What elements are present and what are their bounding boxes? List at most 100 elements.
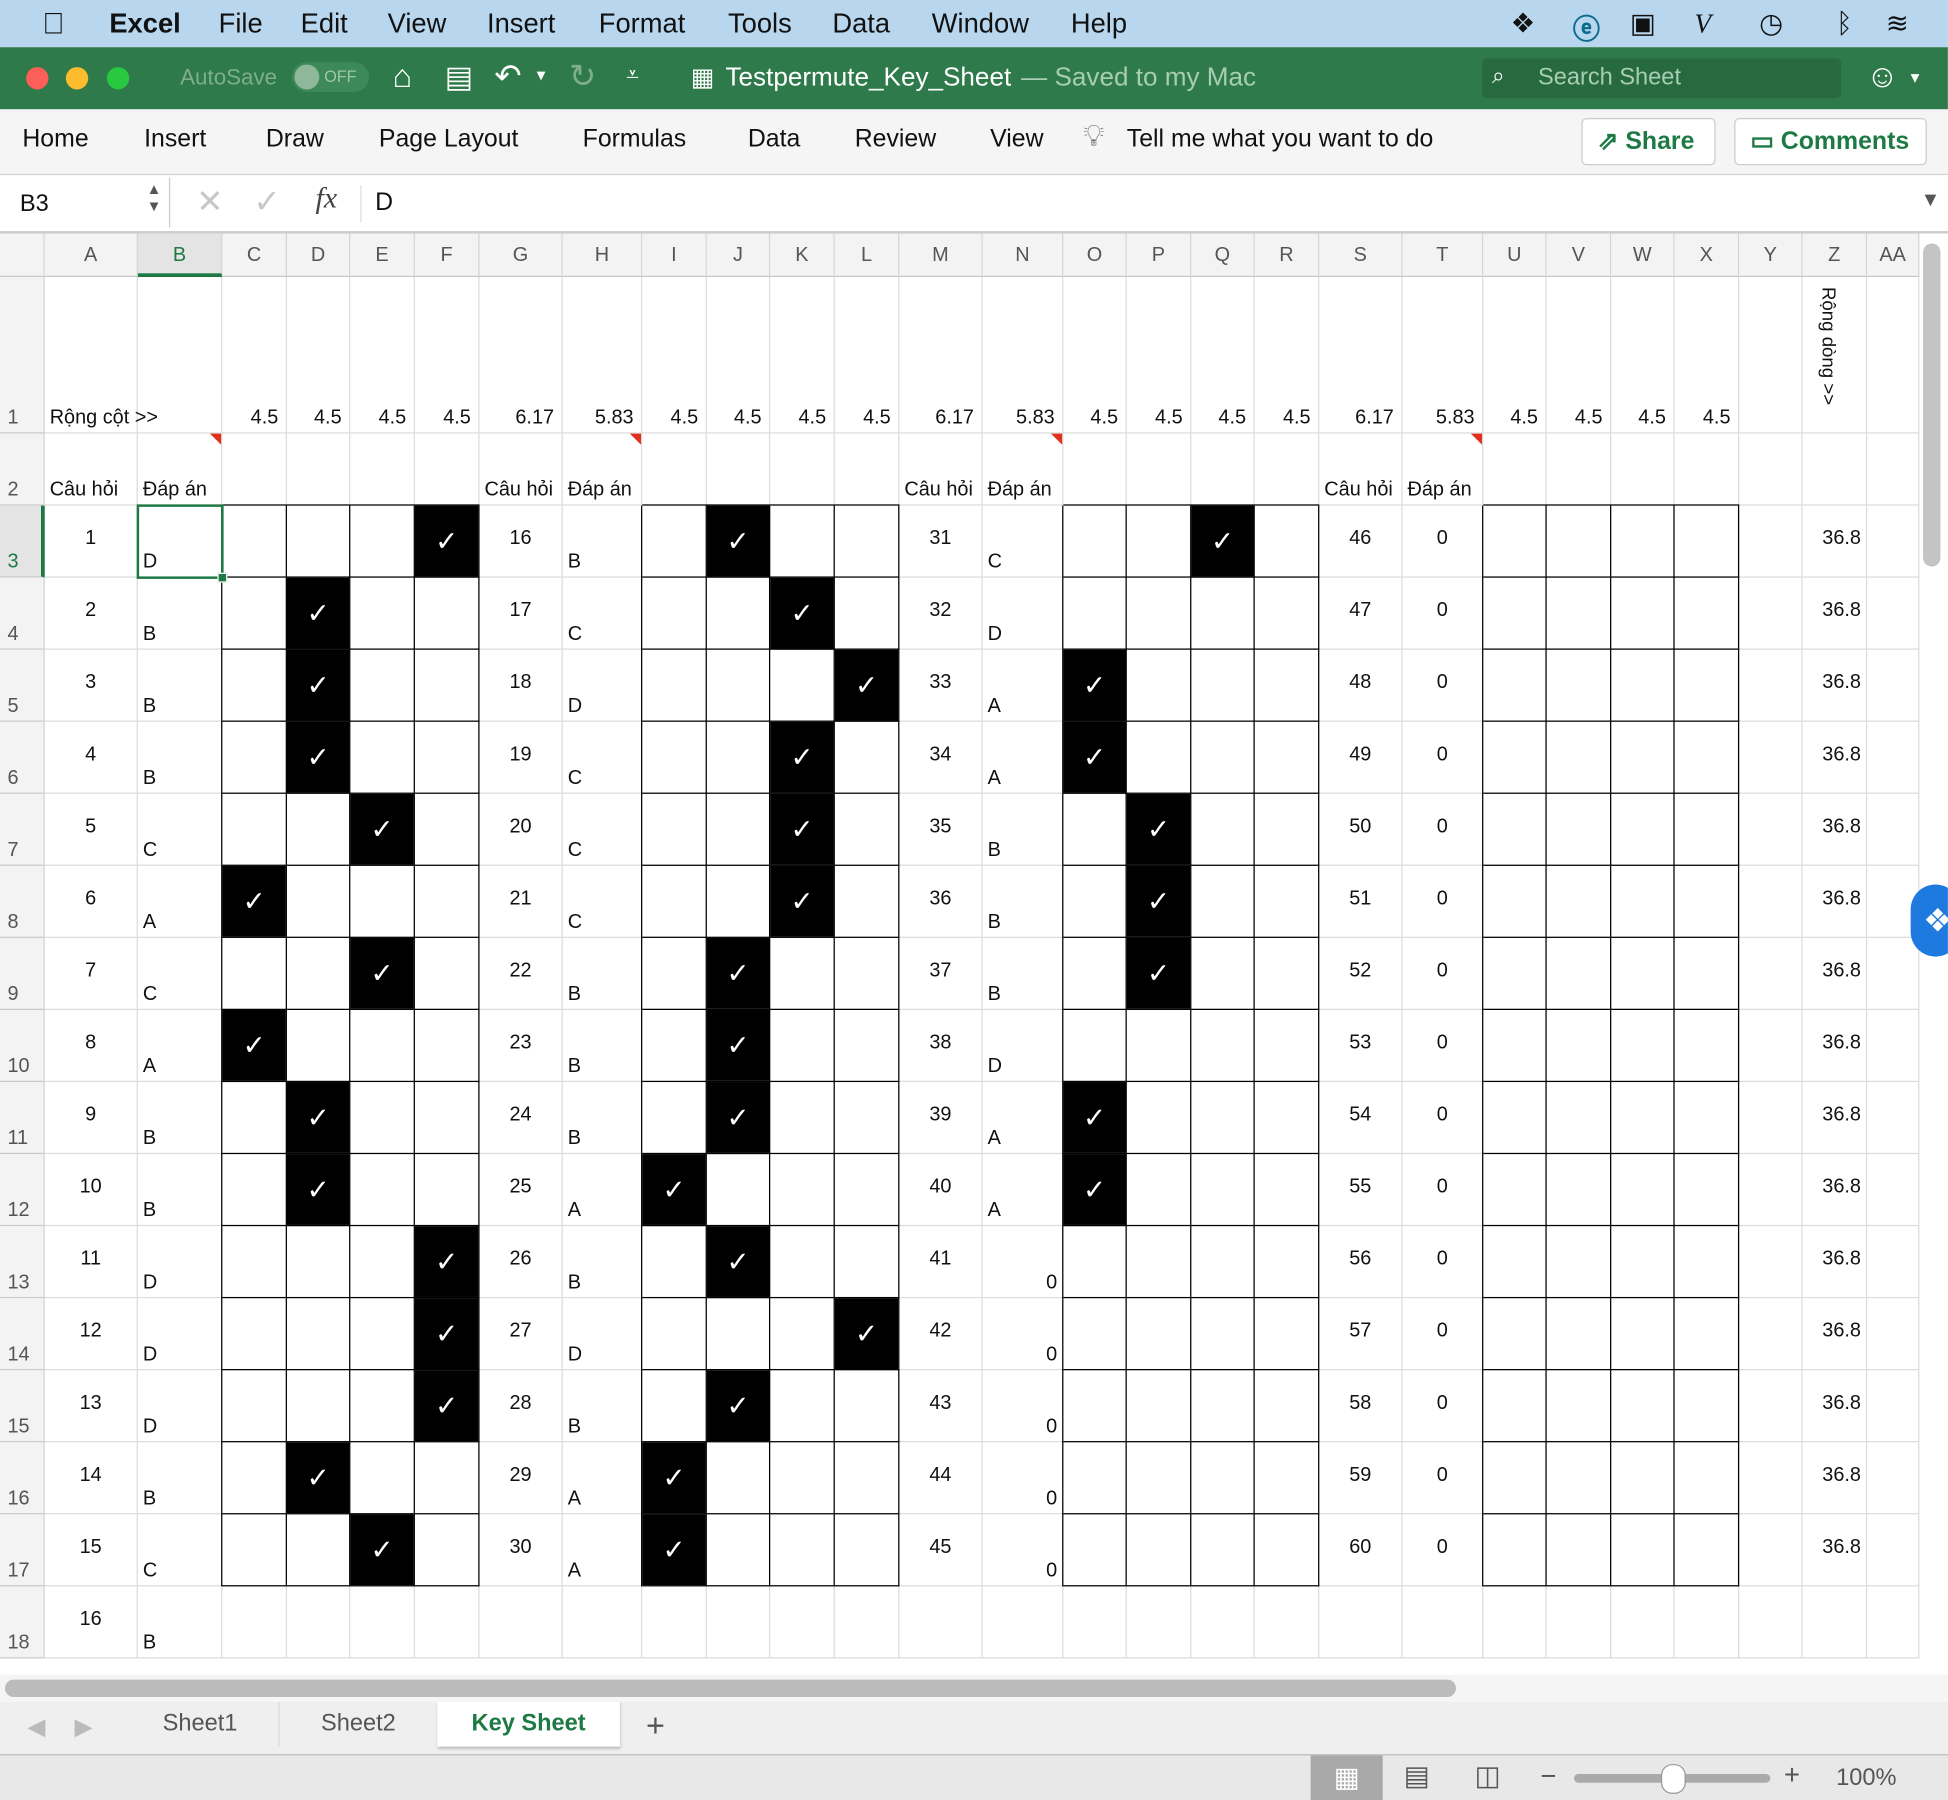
cell-E3[interactable]: [350, 505, 415, 578]
cell-R10[interactable]: [1254, 1009, 1320, 1083]
checked-cell[interactable]: ✓: [350, 793, 415, 866]
cell-P2[interactable]: [1126, 433, 1192, 506]
cell-S7[interactable]: 50: [1319, 793, 1403, 866]
cell-R7[interactable]: [1254, 793, 1320, 866]
cell-AA14[interactable]: [1867, 1298, 1920, 1371]
cell-T16[interactable]: 0: [1402, 1442, 1484, 1515]
cell-K10[interactable]: [770, 1009, 835, 1083]
row-header-11[interactable]: 11: [0, 1082, 45, 1155]
zoom-window-button[interactable]: [106, 67, 130, 90]
cell-Q5[interactable]: [1191, 649, 1255, 722]
cell-K15[interactable]: [770, 1370, 835, 1443]
cell-B12[interactable]: B: [137, 1154, 223, 1227]
cell-U5[interactable]: [1483, 649, 1547, 722]
cell-V12[interactable]: [1546, 1154, 1612, 1227]
cell-L10[interactable]: [834, 1009, 900, 1083]
cell-O13[interactable]: [1063, 1226, 1127, 1299]
apple-icon[interactable]: : [42, 7, 64, 42]
cell-Z9[interactable]: 36.8: [1802, 937, 1868, 1010]
cell-T8[interactable]: 0: [1402, 865, 1484, 938]
cell-S5[interactable]: 48: [1319, 649, 1403, 722]
cell-Z7[interactable]: 36.8: [1802, 793, 1868, 866]
cell-G11[interactable]: 24: [479, 1082, 563, 1155]
zoom-out-button[interactable]: −: [1540, 1760, 1556, 1792]
column-header-AA[interactable]: AA: [1867, 233, 1920, 278]
cell-W3[interactable]: [1611, 505, 1675, 578]
cell-Z13[interactable]: 36.8: [1802, 1226, 1868, 1299]
cell-V5[interactable]: [1546, 649, 1612, 722]
cell-S6[interactable]: 49: [1319, 721, 1403, 794]
cell-X9[interactable]: [1674, 937, 1740, 1010]
autosave-toggle[interactable]: OFF: [291, 62, 369, 92]
cell-N8[interactable]: B: [982, 865, 1064, 938]
cell-I11[interactable]: [642, 1082, 707, 1155]
cell-C3[interactable]: [222, 505, 287, 578]
cell-I2[interactable]: [642, 433, 707, 506]
checked-cell[interactable]: ✓: [286, 649, 351, 722]
column-header-K[interactable]: K: [770, 233, 835, 278]
cell-U16[interactable]: [1483, 1442, 1547, 1515]
cell-N2[interactable]: Đáp án: [982, 433, 1064, 506]
cell-L13[interactable]: [834, 1226, 900, 1299]
checked-cell[interactable]: ✓: [1063, 1154, 1127, 1227]
cell-M8[interactable]: 36: [899, 865, 983, 938]
cell-I1[interactable]: 4.5: [642, 277, 707, 434]
feedback-smiley-icon[interactable]: ☺: [1866, 57, 1899, 96]
cell-M4[interactable]: 32: [899, 577, 983, 650]
cell-R12[interactable]: [1254, 1154, 1320, 1227]
cell-S14[interactable]: 57: [1319, 1298, 1403, 1371]
normal-view-icon[interactable]: ▦: [1310, 1755, 1383, 1800]
cell-D9[interactable]: [286, 937, 351, 1010]
cell-Q10[interactable]: [1191, 1009, 1255, 1083]
cell-AA12[interactable]: [1867, 1154, 1920, 1227]
cell-G12[interactable]: 25: [479, 1154, 563, 1227]
cell-Q13[interactable]: [1191, 1226, 1255, 1299]
cell-D14[interactable]: [286, 1298, 351, 1371]
cell-R5[interactable]: [1254, 649, 1320, 722]
cell-B4[interactable]: B: [137, 577, 223, 650]
cell-V6[interactable]: [1546, 721, 1612, 794]
cell-Z18[interactable]: [1802, 1586, 1868, 1659]
cell-L9[interactable]: [834, 937, 900, 1010]
cell-Q15[interactable]: [1191, 1370, 1255, 1443]
cell-R14[interactable]: [1254, 1298, 1320, 1371]
select-all-corner[interactable]: [0, 233, 45, 278]
cell-D7[interactable]: [286, 793, 351, 866]
cell-K13[interactable]: [770, 1226, 835, 1299]
column-header-I[interactable]: I: [642, 233, 707, 278]
cell-T11[interactable]: 0: [1402, 1082, 1484, 1155]
cell-I7[interactable]: [642, 793, 707, 866]
cell-E2[interactable]: [350, 433, 415, 506]
cell-L1[interactable]: 4.5: [834, 277, 900, 434]
cell-Z5[interactable]: 36.8: [1802, 649, 1868, 722]
row-header-7[interactable]: 7: [0, 793, 45, 866]
menu-help[interactable]: Help: [1071, 7, 1127, 39]
cell-C7[interactable]: [222, 793, 287, 866]
cell-I9[interactable]: [642, 937, 707, 1010]
cell-L4[interactable]: [834, 577, 900, 650]
column-header-R[interactable]: R: [1254, 233, 1320, 278]
cell-U8[interactable]: [1483, 865, 1547, 938]
cell-F6[interactable]: [414, 721, 480, 794]
checked-cell[interactable]: ✓: [642, 1154, 707, 1227]
cell-A1[interactable]: Rộng cột >>: [44, 277, 158, 434]
cell-L2[interactable]: [834, 433, 900, 506]
cell-C9[interactable]: [222, 937, 287, 1010]
cell-X13[interactable]: [1674, 1226, 1740, 1299]
cell-D1[interactable]: 4.5: [286, 277, 351, 434]
cell-H14[interactable]: D: [562, 1298, 643, 1371]
cell-U18[interactable]: [1483, 1586, 1547, 1659]
cell-AA1[interactable]: [1867, 277, 1920, 434]
checked-cell[interactable]: ✓: [770, 721, 835, 794]
cell-M10[interactable]: 38: [899, 1009, 983, 1083]
cell-R11[interactable]: [1254, 1082, 1320, 1155]
cell-P11[interactable]: [1126, 1082, 1192, 1155]
checked-cell[interactable]: ✓: [414, 1226, 480, 1299]
cell-I8[interactable]: [642, 865, 707, 938]
sheet-tab-sheet2[interactable]: Sheet2: [280, 1701, 439, 1747]
column-header-M[interactable]: M: [899, 233, 983, 278]
insert-function-icon[interactable]: fx: [316, 183, 338, 217]
cell-C16[interactable]: [222, 1442, 287, 1515]
cell-W9[interactable]: [1611, 937, 1675, 1010]
menu-file[interactable]: File: [219, 7, 263, 39]
